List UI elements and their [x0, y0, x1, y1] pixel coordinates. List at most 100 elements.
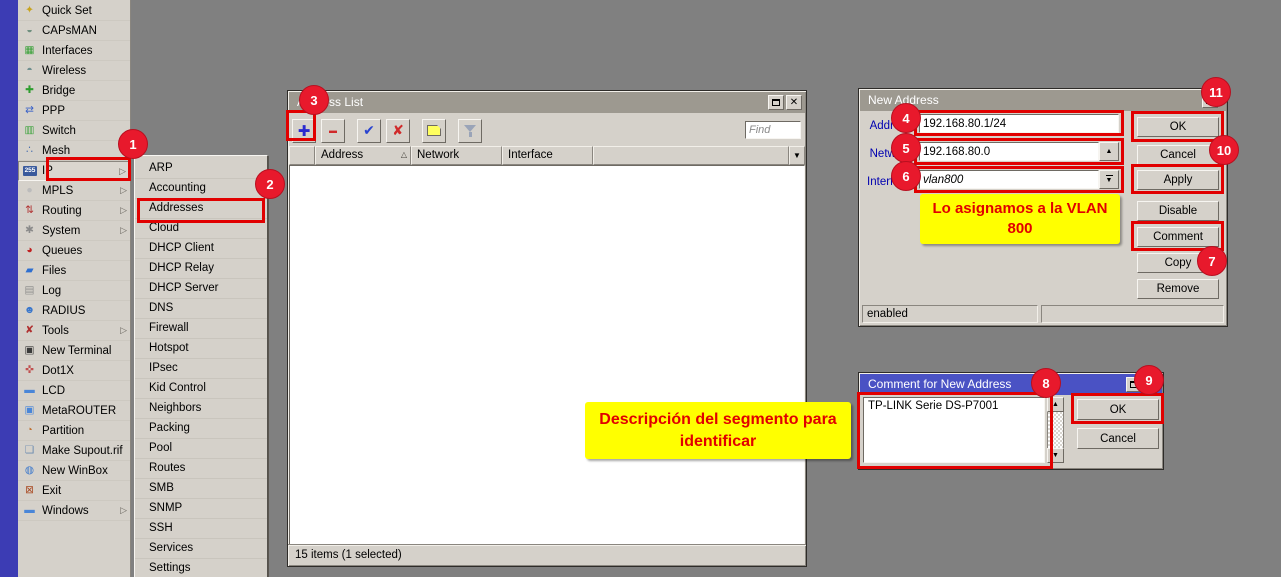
address-list-table-body[interactable]	[289, 165, 805, 545]
sidebar-item-label: Make Supout.rif	[42, 445, 123, 457]
ip-submenu-item[interactable]: ARP	[135, 159, 267, 179]
apply-button[interactable]: Apply	[1137, 170, 1219, 190]
ip-submenu-item[interactable]: Addresses	[135, 199, 267, 219]
sidebar-item[interactable]: ▥ Switch ▷	[18, 121, 130, 141]
sidebar-accent-strip	[0, 0, 18, 577]
disable-button[interactable]: Disable	[1137, 201, 1219, 221]
sidebar-item[interactable]: ☻ RADIUS ▷	[18, 301, 130, 321]
ip-submenu-item[interactable]: Pool	[135, 439, 267, 459]
sidebar-item-icon: ⇄	[22, 103, 37, 118]
remove-button[interactable]: Remove	[1137, 279, 1219, 299]
ip-submenu-item[interactable]: Neighbors	[135, 399, 267, 419]
sidebar-item[interactable]: ✚ Bridge ▷	[18, 81, 130, 101]
sidebar-item[interactable]: ∴ Mesh ▷	[18, 141, 130, 161]
ip-submenu-item[interactable]: Firewall	[135, 319, 267, 339]
comment-dialog-titlebar[interactable]: Comment for New Address	[860, 374, 1162, 395]
sidebar-item[interactable]: ✱ System ▷	[18, 221, 130, 241]
disable-button[interactable]: ✘	[386, 119, 410, 143]
maximize-button[interactable]	[768, 95, 784, 110]
sidebar-item-icon: ✜	[22, 363, 37, 378]
comment-textarea[interactable]: TP-LINK Serie DS-P7001	[863, 397, 1045, 463]
arrow-up-icon: ▲	[1052, 401, 1059, 408]
sidebar-item[interactable]: ▰ Files ▷	[18, 261, 130, 281]
close-button[interactable]: ✕	[786, 95, 802, 110]
sidebar-item[interactable]: ✜ Dot1X ▷	[18, 361, 130, 381]
comment-dialog-title: Comment for New Address	[868, 377, 1011, 391]
remove-button[interactable]: ▬	[321, 119, 345, 143]
sort-asc-icon: △	[401, 147, 407, 164]
sidebar-item[interactable]: ✘ Tools ▷	[18, 321, 130, 341]
network-input[interactable]	[919, 142, 1099, 161]
ip-submenu-item[interactable]: SNMP	[135, 499, 267, 519]
add-button[interactable]: ✚	[292, 119, 316, 143]
scroll-down-button[interactable]: ▼	[1047, 448, 1064, 463]
column-header-network[interactable]: Network	[411, 146, 502, 165]
cancel-button[interactable]: Cancel	[1077, 428, 1159, 449]
sidebar-item[interactable]: ◍ New WinBox ▷	[18, 461, 130, 481]
ip-submenu-item[interactable]: Accounting	[135, 179, 267, 199]
ip-submenu-item[interactable]: SSH	[135, 519, 267, 539]
ip-submenu-item[interactable]: DNS	[135, 299, 267, 319]
remove-icon: ▬	[329, 126, 337, 135]
address-input[interactable]	[919, 114, 1119, 133]
ip-submenu-item[interactable]: DHCP Server	[135, 279, 267, 299]
ip-submenu-item[interactable]: Settings	[135, 559, 267, 577]
sidebar-item[interactable]: ◒ CAPsMAN ▷	[18, 21, 130, 41]
sidebar-item[interactable]: ⇅ Routing ▷	[18, 201, 130, 221]
ip-submenu-item[interactable]: IPsec	[135, 359, 267, 379]
sidebar-item[interactable]: ▦ Interfaces ▷	[18, 41, 130, 61]
ip-submenu-item[interactable]: Cloud	[135, 219, 267, 239]
sidebar-item[interactable]: ● MPLS ▷	[18, 181, 130, 201]
comment-button[interactable]: Comment	[1137, 227, 1219, 247]
submenu-arrow-icon: ▷	[120, 325, 127, 336]
sidebar-item[interactable]: ❏ Make Supout.rif ▷	[18, 441, 130, 461]
callout-segment-description: Descripción del segmento para identifica…	[585, 402, 851, 459]
sidebar-item-icon: ▣	[22, 403, 37, 418]
step-badge-6: 6	[891, 161, 921, 191]
sidebar-item[interactable]: ◓ Wireless ▷	[18, 61, 130, 81]
sidebar-item-icon: ▦	[22, 43, 37, 58]
ip-submenu-item[interactable]: DHCP Relay	[135, 259, 267, 279]
scrollbar-track[interactable]	[1047, 412, 1064, 448]
interface-input[interactable]	[919, 170, 1099, 189]
comment-tool-button[interactable]	[422, 119, 446, 143]
submenu-arrow-icon: ▷	[120, 505, 127, 516]
sidebar-item-label: Queues	[42, 245, 82, 257]
column-header-interface[interactable]: Interface	[502, 146, 593, 165]
ok-button[interactable]: OK	[1137, 117, 1219, 137]
sidebar-item[interactable]: ▣ MetaROUTER ▷	[18, 401, 130, 421]
address-list-titlebar[interactable]: Address List ✕	[289, 92, 805, 113]
interface-dropdown[interactable]: ▼	[1099, 170, 1119, 189]
scroll-up-button[interactable]: ▲	[1047, 397, 1064, 412]
sidebar-item[interactable]: ▤ Log ▷	[18, 281, 130, 301]
cancel-button[interactable]: Cancel	[1137, 145, 1219, 165]
sidebar-item[interactable]: ⊠ Exit ▷	[18, 481, 130, 501]
ip-submenu-item[interactable]: Hotspot	[135, 339, 267, 359]
comment-scrollbar[interactable]: ▲ ▼	[1047, 397, 1064, 463]
sidebar-item[interactable]: 255 IP ▷	[18, 161, 130, 181]
sidebar-item[interactable]: ▬ LCD ▷	[18, 381, 130, 401]
filter-button[interactable]	[458, 119, 482, 143]
ip-submenu-item[interactable]: Kid Control	[135, 379, 267, 399]
network-spinner-up[interactable]: ▲	[1099, 142, 1119, 161]
ip-submenu-item[interactable]: DHCP Client	[135, 239, 267, 259]
column-header-filler	[593, 146, 789, 165]
enable-button[interactable]: ✔	[357, 119, 381, 143]
sidebar-item-icon: ✘	[22, 323, 37, 338]
sidebar-item[interactable]: ◕ Queues ▷	[18, 241, 130, 261]
disable-cross-icon: ✘	[392, 122, 404, 139]
ip-submenu-item[interactable]: Routes	[135, 459, 267, 479]
ok-button[interactable]: OK	[1077, 399, 1159, 420]
ip-submenu-item[interactable]: SMB	[135, 479, 267, 499]
find-input[interactable]	[745, 121, 801, 139]
sidebar-item[interactable]: ▣ New Terminal ▷	[18, 341, 130, 361]
sidebar-item[interactable]: ◔ Partition ▷	[18, 421, 130, 441]
column-header-address[interactable]: Address △	[315, 146, 411, 165]
column-select-dropdown[interactable]: ▼	[789, 146, 805, 165]
sidebar-item[interactable]: ✦ Quick Set ▷	[18, 1, 130, 21]
sidebar-item[interactable]: ⇄ PPP ▷	[18, 101, 130, 121]
ip-submenu-item[interactable]: Packing	[135, 419, 267, 439]
ip-submenu-item[interactable]: Services	[135, 539, 267, 559]
sidebar-item[interactable]: ▬ Windows ▷	[18, 501, 130, 521]
chevron-down-icon: ▼	[793, 148, 801, 164]
